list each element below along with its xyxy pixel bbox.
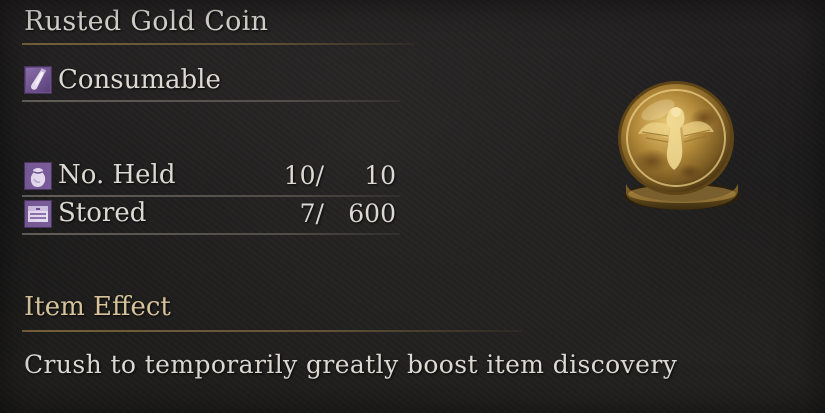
rusted-gold-coin-icon — [612, 76, 748, 218]
held-label: No. Held — [58, 160, 176, 190]
held-divider — [22, 195, 400, 197]
pouch-icon — [24, 162, 52, 190]
item-name: Rusted Gold Coin — [24, 6, 269, 37]
stored-label: Stored — [58, 198, 147, 228]
stored-max: 600 — [348, 199, 396, 228]
stored-current: 7/ — [299, 199, 324, 228]
consumable-vial-icon — [24, 66, 52, 94]
effect-heading: Item Effect — [24, 292, 171, 322]
effect-description: Crush to temporarily greatly boost item … — [24, 350, 678, 379]
held-max: 10 — [364, 161, 396, 190]
held-current: 10/ — [283, 161, 324, 190]
category-divider — [22, 100, 400, 102]
item-detail-panel: Rusted Gold Coin Consumable No. Held 10/… — [0, 0, 825, 413]
storage-box-icon — [24, 200, 52, 228]
stored-divider — [22, 233, 400, 235]
effect-divider — [22, 330, 522, 332]
item-category: Consumable — [58, 65, 221, 95]
title-divider — [22, 43, 414, 45]
